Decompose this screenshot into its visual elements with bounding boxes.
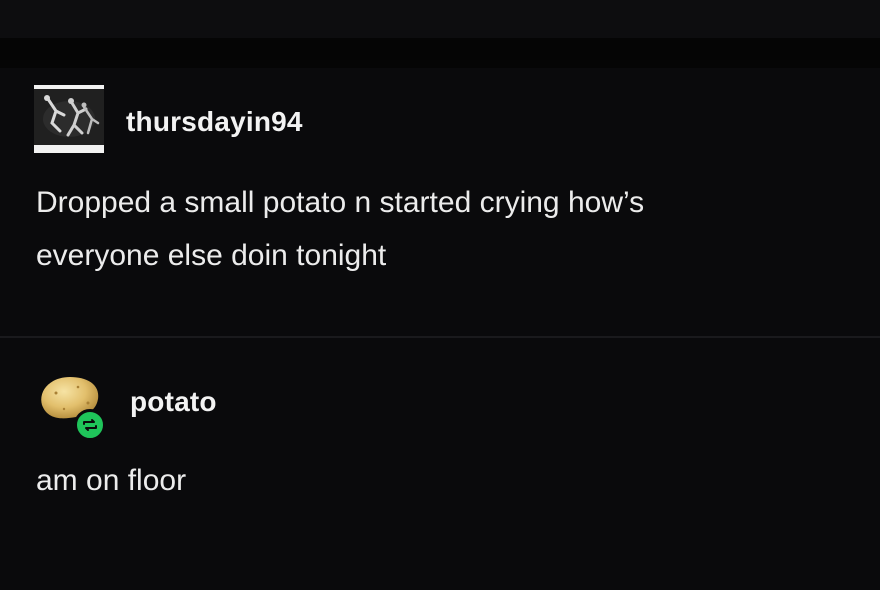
- reblog-icon: [74, 409, 106, 441]
- post-thursdayin94: thursdayin94 Dropped a small potato n st…: [0, 68, 880, 336]
- dancers-image: [34, 89, 104, 145]
- post-body: am on floor: [36, 454, 186, 507]
- username[interactable]: thursdayin94: [126, 106, 303, 138]
- post-body-line-1: am on floor: [36, 464, 187, 497]
- top-band: [0, 0, 880, 68]
- post-body: Dropped a small potato n started crying …: [36, 176, 644, 282]
- post-body-line-1: Dropped a small potato n started crying …: [36, 186, 645, 219]
- avatar-photo: [34, 89, 104, 145]
- post-header: thursdayin94: [34, 84, 303, 154]
- post-header: potato: [34, 366, 217, 446]
- top-strip: [0, 0, 880, 38]
- username[interactable]: potato: [130, 386, 217, 418]
- avatar[interactable]: [34, 365, 116, 447]
- post-potato: potato am on floor: [0, 338, 880, 590]
- potato-icon: [41, 377, 99, 419]
- avatar[interactable]: [34, 85, 104, 153]
- post-body-line-2: everyone else doin tonight: [36, 239, 387, 272]
- reblog-arrows: [83, 419, 97, 431]
